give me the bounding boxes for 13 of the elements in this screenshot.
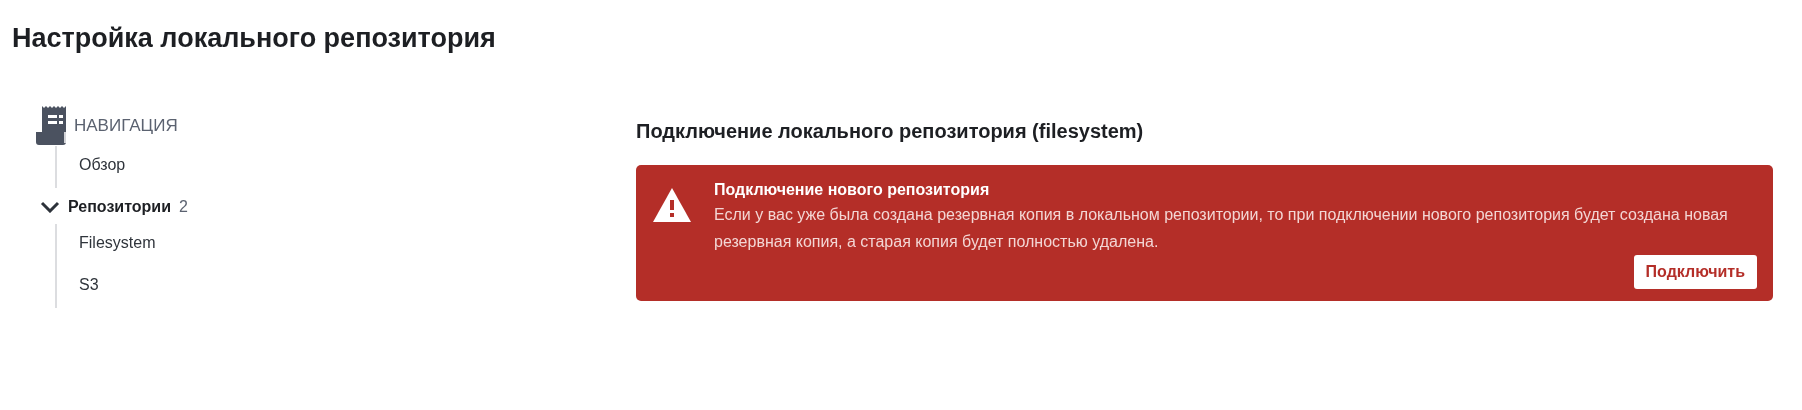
warning-icon [652, 187, 692, 223]
nav-item[interactable]: Обзор [79, 156, 126, 174]
nav-header: НАВИГАЦИЯ [74, 116, 178, 136]
nav-item[interactable]: S3 [79, 276, 99, 294]
connect-button[interactable]: Подключить [1633, 255, 1757, 289]
section-heading: Подключение локального репозитория (filesystem) [636, 120, 1145, 143]
page-title: Настройка локального репозитория [12, 22, 497, 55]
alert-message: Если у вас уже была создана резервная копия в локальном репозитории, то при подключении нового репозитория будет создана новая резервная копия, а старая копия будет полностью удалена. [714, 205, 1729, 252]
alert-title: Подключение нового репозитория [714, 181, 991, 199]
nav-item[interactable]: Filesystem [79, 234, 156, 252]
nav-count: 2 [179, 198, 188, 216]
chevron-icon[interactable] [40, 201, 60, 213]
nav-group-label[interactable]: Репозитории [68, 198, 172, 216]
